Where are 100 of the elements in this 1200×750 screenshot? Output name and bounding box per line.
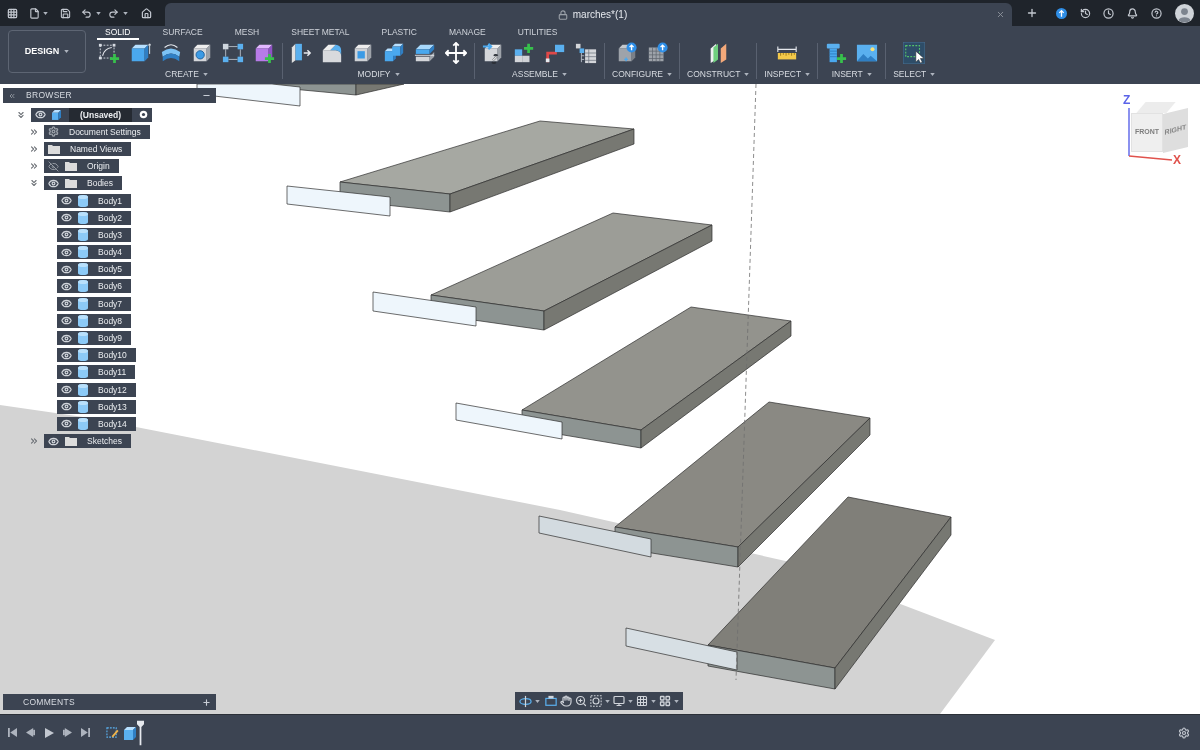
tree-item[interactable]: Body8 bbox=[57, 313, 132, 328]
tree-item[interactable]: Body12 bbox=[57, 382, 136, 397]
toolbar-tab[interactable]: SOLID bbox=[97, 26, 139, 40]
caret-icon[interactable] bbox=[535, 699, 540, 703]
document-tab[interactable]: marches*(1) bbox=[165, 3, 1012, 26]
workspace-button[interactable]: DESIGN bbox=[8, 30, 86, 73]
apps-grid-icon[interactable] bbox=[7, 7, 18, 19]
group-menu-button[interactable]: INSERT bbox=[831, 69, 872, 79]
rounded-corner-block-icon[interactable] bbox=[321, 42, 343, 64]
tree-item[interactable]: Body13 bbox=[57, 399, 136, 414]
caret-icon[interactable] bbox=[805, 72, 811, 76]
caret-icon[interactable] bbox=[674, 699, 679, 703]
eye-slash-icon[interactable] bbox=[48, 160, 59, 172]
toolbar-tab[interactable]: SHEET METAL bbox=[283, 26, 358, 40]
group-menu-button[interactable]: MODIFY bbox=[357, 69, 400, 79]
skip-start-icon[interactable] bbox=[8, 728, 17, 737]
cube-icon[interactable] bbox=[124, 725, 136, 740]
tree-item[interactable]: Bodies bbox=[44, 176, 122, 191]
zoom-in-icon[interactable] bbox=[575, 695, 587, 707]
tree-item[interactable]: Document Settings bbox=[44, 124, 150, 139]
tree-item[interactable]: Sketches bbox=[44, 434, 131, 449]
eye-icon[interactable] bbox=[61, 315, 72, 327]
tree-item[interactable]: Body14 bbox=[57, 416, 136, 431]
step-forward-icon[interactable] bbox=[63, 728, 72, 737]
caret-icon[interactable] bbox=[744, 72, 750, 76]
eye-icon[interactable] bbox=[61, 418, 72, 430]
hand-icon[interactable] bbox=[560, 695, 572, 707]
group-menu-button[interactable]: CONSTRUCT bbox=[687, 69, 750, 79]
tree-item[interactable]: (Unsaved) bbox=[31, 107, 153, 122]
timeline-marker-icon[interactable] bbox=[137, 719, 144, 746]
radio-dot-icon[interactable] bbox=[139, 110, 149, 120]
tree-item[interactable]: Body5 bbox=[57, 262, 132, 277]
caret-icon[interactable] bbox=[202, 72, 208, 76]
two-cubes-icon[interactable] bbox=[383, 42, 405, 64]
double-chevron-down-icon[interactable] bbox=[29, 178, 39, 189]
tree-item[interactable]: Body2 bbox=[57, 210, 132, 225]
tree-item[interactable]: Body1 bbox=[57, 193, 132, 208]
cube-link-icon[interactable] bbox=[482, 42, 504, 64]
eye-icon[interactable] bbox=[61, 246, 72, 258]
eye-icon[interactable] bbox=[48, 435, 59, 447]
eye-icon[interactable] bbox=[61, 280, 72, 292]
clock-icon[interactable] bbox=[1103, 7, 1114, 19]
caret-icon[interactable] bbox=[667, 72, 672, 76]
step-back-icon[interactable] bbox=[26, 728, 35, 737]
caret-icon[interactable] bbox=[43, 11, 48, 15]
toolbar-tab[interactable]: MANAGE bbox=[440, 26, 494, 40]
redo-icon[interactable] bbox=[108, 7, 119, 19]
eye-icon[interactable] bbox=[61, 366, 72, 378]
hollow-cube-icon[interactable] bbox=[352, 42, 374, 64]
panel-arrow-icon[interactable] bbox=[290, 42, 312, 64]
caret-icon[interactable] bbox=[628, 699, 633, 703]
eye-icon[interactable] bbox=[61, 298, 72, 310]
cubes-plus-icon[interactable] bbox=[513, 42, 535, 64]
tree-item[interactable]: Body11 bbox=[57, 365, 136, 380]
group-menu-button[interactable]: ASSEMBLE bbox=[512, 69, 567, 79]
group-menu-button[interactable]: CONFIGURE bbox=[612, 69, 672, 79]
double-chevron-right-icon[interactable] bbox=[29, 436, 39, 447]
tree-item[interactable]: Named Views bbox=[44, 141, 132, 156]
eye-icon[interactable] bbox=[61, 229, 72, 241]
double-chevron-right-icon[interactable] bbox=[29, 126, 39, 137]
close-icon[interactable] bbox=[996, 10, 1005, 19]
skip-end-icon[interactable] bbox=[81, 728, 90, 737]
tree-item[interactable]: Body3 bbox=[57, 227, 132, 242]
image-icon[interactable] bbox=[856, 42, 879, 64]
group-menu-button[interactable]: INSPECT bbox=[764, 69, 811, 79]
double-chevron-left-icon[interactable] bbox=[8, 91, 16, 100]
sketch-pencil-icon[interactable] bbox=[106, 726, 119, 739]
eye-icon[interactable] bbox=[61, 401, 72, 413]
caret-icon[interactable] bbox=[64, 50, 70, 53]
play-icon[interactable] bbox=[44, 727, 54, 738]
tree-item[interactable]: Body6 bbox=[57, 279, 132, 294]
caret-icon[interactable] bbox=[605, 699, 610, 703]
square-pattern-icon[interactable] bbox=[222, 42, 244, 64]
eye-icon[interactable] bbox=[61, 332, 72, 344]
caret-icon[interactable] bbox=[930, 72, 936, 76]
undo-icon[interactable] bbox=[81, 7, 92, 19]
stacked-slabs-icon[interactable] bbox=[414, 42, 436, 64]
toolbar-tab[interactable]: UTILITIES bbox=[509, 26, 566, 40]
grid-icon[interactable] bbox=[636, 695, 648, 707]
help-icon[interactable] bbox=[1151, 7, 1162, 19]
move-arrows-icon[interactable] bbox=[445, 42, 467, 64]
double-chevron-down-icon[interactable] bbox=[16, 109, 26, 120]
bracket-square-icon[interactable] bbox=[544, 42, 566, 64]
caret-icon[interactable] bbox=[96, 11, 101, 15]
settings-icon[interactable] bbox=[1178, 726, 1190, 739]
eye-icon[interactable] bbox=[48, 177, 59, 189]
arc-solid-icon[interactable] bbox=[160, 42, 182, 64]
save-icon[interactable] bbox=[60, 7, 71, 19]
table-tree-icon[interactable] bbox=[575, 42, 597, 64]
tree-item[interactable]: Body4 bbox=[57, 245, 132, 260]
caret-icon[interactable] bbox=[561, 72, 567, 76]
eye-icon[interactable] bbox=[61, 349, 72, 361]
file-icon[interactable] bbox=[29, 7, 40, 19]
grid-upload-icon[interactable] bbox=[646, 42, 669, 64]
cube-plus-icon[interactable] bbox=[253, 42, 275, 64]
eye-icon[interactable] bbox=[61, 384, 72, 396]
bell-icon[interactable] bbox=[1127, 7, 1138, 19]
plus-icon[interactable] bbox=[1026, 7, 1038, 19]
eye-icon[interactable] bbox=[61, 195, 72, 207]
eye-icon[interactable] bbox=[35, 109, 46, 121]
